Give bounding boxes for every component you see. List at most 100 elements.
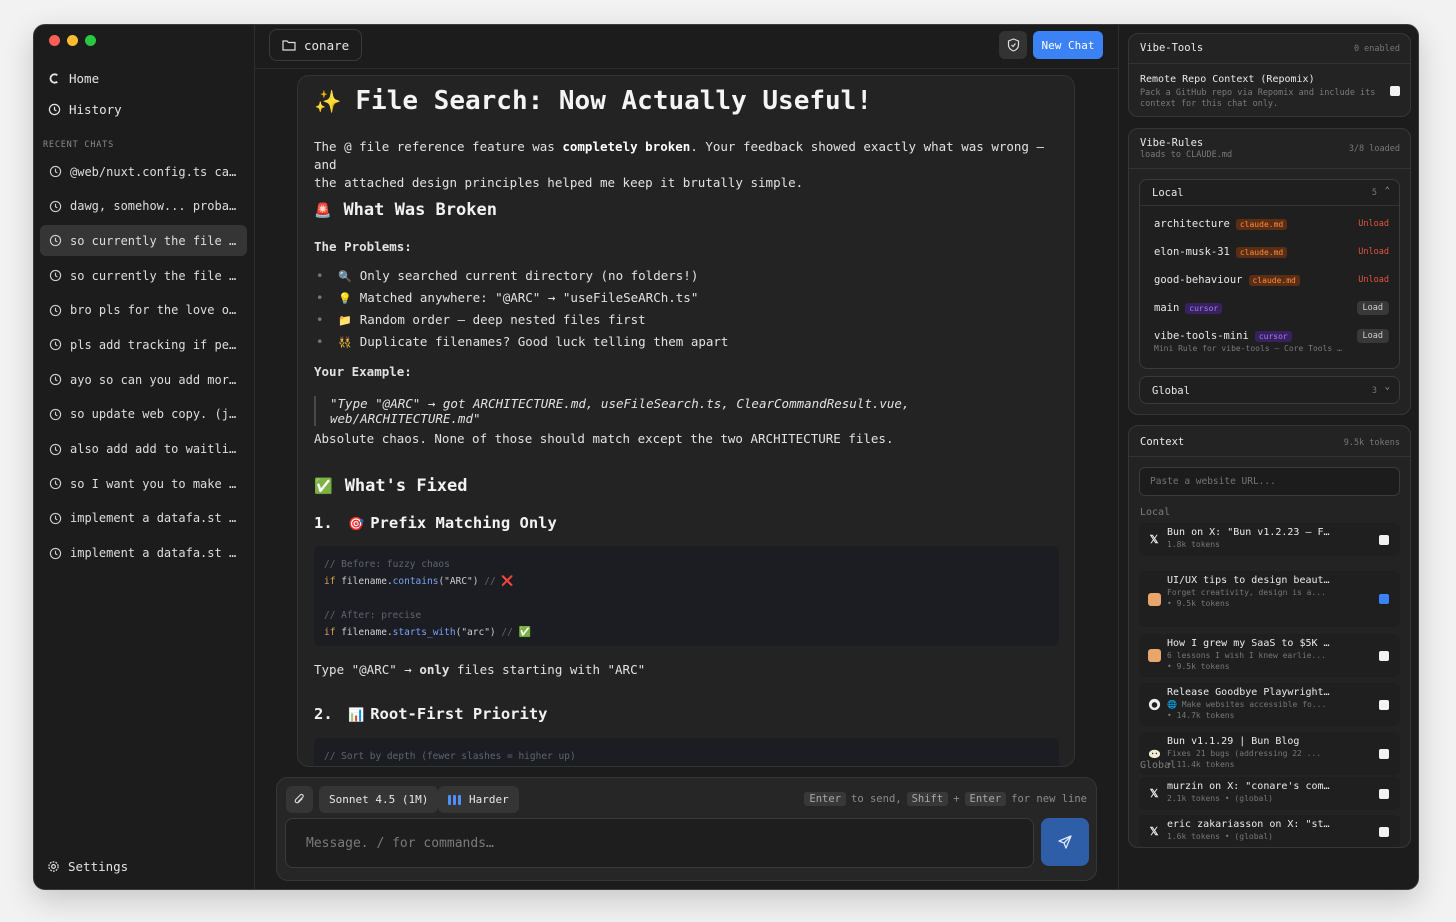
- history-icon: [49, 200, 62, 212]
- top-bar: conare New Chat: [255, 25, 1118, 69]
- composer: Sonnet 4.5 (1M) Harder Enter to send, Sh…: [276, 777, 1097, 881]
- repomix-toggle[interactable]: [1390, 86, 1400, 96]
- unload-rule-button[interactable]: Unload: [1358, 247, 1389, 257]
- folder-name: conare: [304, 37, 350, 53]
- settings-label: Settings: [68, 859, 129, 874]
- message-input[interactable]: [285, 818, 1034, 868]
- recent-chat-item[interactable]: so update web copy. (j…: [40, 399, 247, 430]
- context-item-checkbox[interactable]: [1379, 699, 1389, 710]
- context-item-tokens: • 11.4k tokens: [1167, 760, 1235, 769]
- nav-history[interactable]: History: [48, 102, 122, 117]
- minimize-window-button[interactable]: [67, 35, 78, 46]
- context-item[interactable]: Bun v1.1.29 | Bun Blog Fixes 21 bugs (add…: [1139, 732, 1400, 775]
- load-rule-button[interactable]: Load: [1356, 329, 1389, 343]
- context-item[interactable]: UI/UX tips to design beaut… Forget creati…: [1139, 571, 1400, 627]
- recent-chat-item[interactable]: so I want you to make …: [40, 468, 247, 499]
- effort-bars-icon: [448, 794, 461, 805]
- effort-selector[interactable]: Harder: [438, 786, 519, 813]
- global-rules-group[interactable]: Global 3 ⌄: [1139, 376, 1400, 404]
- recent-chat-item[interactable]: implement a datafa.st …: [40, 503, 247, 534]
- code-line-after: if filename.starts_with("arc") // ✅: [324, 624, 1049, 641]
- chevron-down-icon: ⌄: [1384, 382, 1390, 392]
- vibe-rules-subtitle: loads to CLAUDE.md: [1140, 150, 1233, 160]
- unload-rule-button[interactable]: Unload: [1358, 219, 1389, 229]
- context-global-item[interactable]: 𝕏eric zakariasson on X: "st… 1.6k tokens …: [1139, 815, 1400, 847]
- context-item[interactable]: How I grew my SaaS to $5K … 6 lessons I w…: [1139, 634, 1400, 677]
- check-mark-icon: ✅: [518, 627, 532, 638]
- recent-chat-item[interactable]: implement a datafa.st …: [40, 538, 247, 569]
- send-button[interactable]: [1041, 818, 1089, 866]
- context-item-tokens: • 14.7k tokens: [1167, 711, 1235, 720]
- context-item-checkbox[interactable]: [1379, 748, 1389, 759]
- attach-button[interactable]: [286, 786, 313, 813]
- rule-description: Mini Rule for vibe-tools – Core Tools …: [1154, 344, 1342, 353]
- kbd-enter-2: Enter: [964, 792, 1007, 806]
- github-icon: [1148, 698, 1160, 711]
- context-item-subtitle: 🌐 Make websites accessible fo...: [1167, 700, 1327, 709]
- recent-chats-list: @web/nuxt.config.ts ca… dawg, somehow... …: [40, 156, 247, 572]
- intro-paragraph: The @ file reference feature was complet…: [314, 138, 1059, 192]
- context-item-checkbox[interactable]: [1379, 788, 1389, 799]
- zoom-window-button[interactable]: [85, 35, 96, 46]
- fix2-heading: 2. 📊 Root-First Priority: [314, 705, 548, 723]
- permissions-button[interactable]: [999, 31, 1027, 59]
- local-rules-header[interactable]: Local 5 ⌃: [1140, 180, 1399, 206]
- rule-name: main: [1154, 302, 1180, 314]
- load-rule-button[interactable]: Load: [1356, 301, 1389, 315]
- context-item[interactable]: Release Goodbye Playwright… 🌐 Make websit…: [1139, 683, 1400, 726]
- context-item-checkbox[interactable]: [1379, 594, 1389, 604]
- code-args: ("ARC"): [438, 576, 479, 587]
- context-item[interactable]: 𝕏 Bun on X: "Bun v1.2.23 – F… 1.8k tokens: [1139, 523, 1400, 556]
- hint-to-send: to send,: [851, 793, 902, 805]
- recent-chat-item[interactable]: pls add tracking if pe…: [40, 329, 247, 360]
- recent-chat-item[interactable]: @web/nuxt.config.ts ca…: [40, 156, 247, 187]
- unload-rule-button[interactable]: Unload: [1358, 275, 1389, 285]
- recent-chat-item[interactable]: dawg, somehow... proba…: [40, 191, 247, 222]
- recent-chat-item[interactable]: so currently the file …: [40, 225, 247, 257]
- context-item-checkbox[interactable]: [1379, 650, 1389, 661]
- history-icon: [48, 103, 61, 116]
- model-selector[interactable]: Sonnet 4.5 (1M): [319, 786, 439, 813]
- code-object: filename.: [341, 627, 393, 638]
- recent-chat-item[interactable]: also add add to waitli…: [40, 434, 247, 465]
- history-icon: [49, 165, 62, 178]
- context-item-icon: 𝕏: [1147, 787, 1161, 801]
- new-chat-button[interactable]: New Chat: [1033, 31, 1103, 59]
- rule-name: elon-musk-31: [1154, 246, 1230, 258]
- recent-chat-label: also add add to waitli…: [70, 442, 237, 456]
- context-item-checkbox[interactable]: [1379, 534, 1389, 545]
- vibe-rules-meta: 3/8 loaded: [1348, 144, 1400, 154]
- project-folder-button[interactable]: conare: [269, 29, 363, 61]
- avatar-icon: [1147, 649, 1161, 662]
- sidebar: Home History RECENT CHATS @web/nuxt.conf…: [34, 25, 255, 889]
- repomix-desc-1: Pack a GitHub repo via Repomix and inclu…: [1140, 88, 1376, 98]
- problems-label: The Problems:: [314, 239, 412, 254]
- recent-chat-label: so currently the file …: [70, 268, 237, 283]
- folder-icon: [282, 40, 296, 51]
- settings-button[interactable]: Settings: [47, 859, 128, 874]
- context-item-subtitle: Forget creativity, design is a...: [1167, 588, 1326, 597]
- problem-item: 📁 Random order — deep nested files first: [314, 309, 728, 331]
- close-window-button[interactable]: [49, 35, 60, 46]
- kbd-shift: Shift: [906, 792, 949, 806]
- nav-home[interactable]: Home: [48, 71, 99, 86]
- context-item-checkbox[interactable]: [1379, 826, 1389, 837]
- recent-chat-item[interactable]: so currently the file …: [40, 260, 247, 291]
- recent-chat-label: so update web copy. (j…: [70, 407, 237, 422]
- code-comment-sort: // Sort by depth (fewer slashes = higher…: [324, 751, 576, 762]
- recent-chat-item[interactable]: ayo so can you add mor…: [40, 364, 247, 395]
- rule-name: architecture: [1154, 218, 1230, 230]
- code-keyword: if: [324, 576, 336, 587]
- recent-chat-label: pls add tracking if pe…: [70, 337, 237, 352]
- url-input[interactable]: [1139, 467, 1400, 496]
- history-icon: [49, 547, 62, 559]
- history-icon: [49, 235, 62, 247]
- vibe-tools-meta: 0 enabled: [1353, 44, 1400, 54]
- fixed-heading: ✅ What's Fixed: [314, 476, 468, 496]
- context-global-item[interactable]: 𝕏murzin on X: "conare's com… 2.1k tokens …: [1139, 777, 1400, 810]
- rule-name: vibe-tools-mini: [1154, 330, 1249, 342]
- recent-chat-item[interactable]: bro pls for the love o…: [40, 295, 247, 326]
- target-icon: 🎯: [348, 517, 365, 532]
- cross-mark-icon: ❌: [501, 576, 514, 587]
- example-label: Your Example:: [314, 364, 412, 379]
